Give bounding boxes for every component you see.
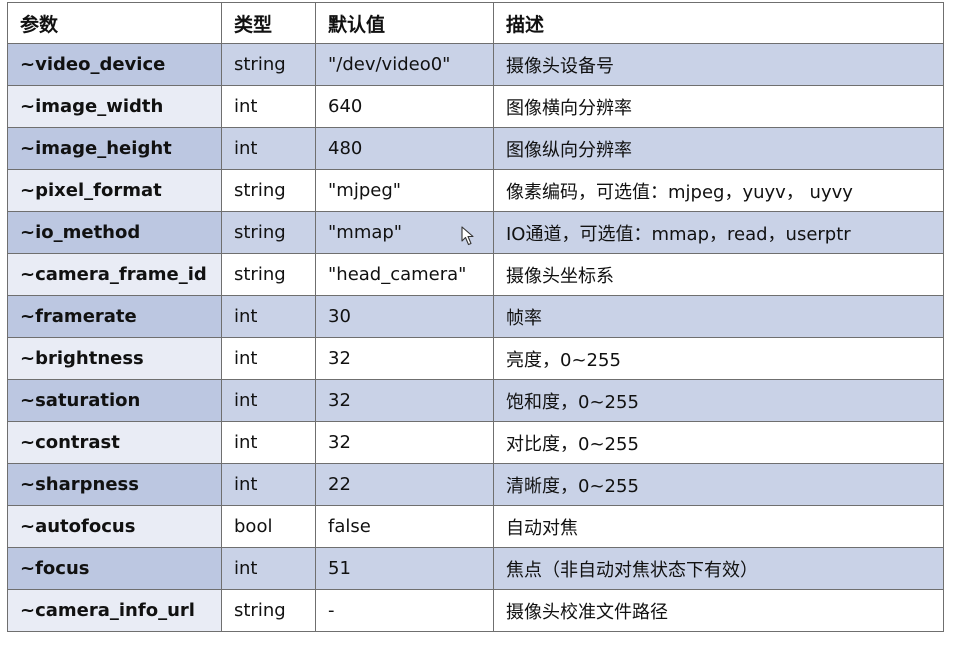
param-name-cell: ~brightness	[7, 337, 222, 380]
type-cell: int	[221, 379, 316, 422]
table-row: ~image_height int 480 图像纵向分辨率	[7, 127, 944, 170]
mouse-pointer-icon	[461, 226, 474, 246]
table-row: ~camera_frame_id string "head_camera" 摄像…	[7, 253, 944, 296]
header-param: 参数	[7, 2, 222, 44]
default-cell: 480	[315, 127, 494, 170]
default-cell: "head_camera"	[315, 253, 494, 296]
description-cell: 帧率	[493, 295, 944, 338]
description-cell: 饱和度，0~255	[493, 379, 944, 422]
param-name-cell: ~saturation	[7, 379, 222, 422]
param-name-cell: ~contrast	[7, 421, 222, 464]
default-cell: -	[315, 589, 494, 632]
table-row: ~image_width int 640 图像横向分辨率	[7, 85, 944, 128]
type-cell: string	[221, 211, 316, 254]
description-cell: 焦点（非自动对焦状态下有效）	[493, 547, 944, 590]
param-name-cell: ~pixel_format	[7, 169, 222, 212]
description-cell: 摄像头坐标系	[493, 253, 944, 296]
description-cell: 图像横向分辨率	[493, 85, 944, 128]
table-row: ~io_method string "mmap" IO通道，可选值：mmap，r…	[7, 211, 944, 254]
description-cell: 像素编码，可选值：mjpeg，yuyv， uyvy	[493, 169, 944, 212]
table-row: ~video_device string "/dev/video0" 摄像头设备…	[7, 43, 944, 86]
type-cell: int	[221, 295, 316, 338]
param-name-cell: ~image_height	[7, 127, 222, 170]
description-cell: 摄像头设备号	[493, 43, 944, 86]
type-cell: string	[221, 169, 316, 212]
table-row: ~camera_info_url string - 摄像头校准文件路径	[7, 589, 944, 632]
param-name-cell: ~camera_info_url	[7, 589, 222, 632]
header-type: 类型	[221, 2, 316, 44]
default-cell: 30	[315, 295, 494, 338]
param-name-cell: ~video_device	[7, 43, 222, 86]
default-cell: 32	[315, 421, 494, 464]
table-row: ~brightness int 32 亮度，0~255	[7, 337, 944, 380]
param-name-cell: ~autofocus	[7, 505, 222, 548]
type-cell: int	[221, 85, 316, 128]
type-cell: string	[221, 253, 316, 296]
param-name-cell: ~io_method	[7, 211, 222, 254]
default-cell: "mjpeg"	[315, 169, 494, 212]
header-row: 参数 类型 默认值 描述	[7, 2, 944, 44]
type-cell: int	[221, 463, 316, 506]
parameter-table: 参数 类型 默认值 描述 ~video_device string "/dev/…	[7, 2, 944, 632]
description-cell: 亮度，0~255	[493, 337, 944, 380]
type-cell: string	[221, 589, 316, 632]
default-cell: 51	[315, 547, 494, 590]
default-cell: false	[315, 505, 494, 548]
description-cell: 清晰度，0~255	[493, 463, 944, 506]
type-cell: int	[221, 421, 316, 464]
type-cell: bool	[221, 505, 316, 548]
table-row: ~focus int 51 焦点（非自动对焦状态下有效）	[7, 547, 944, 590]
table-body: ~video_device string "/dev/video0" 摄像头设备…	[7, 43, 944, 632]
param-name-cell: ~framerate	[7, 295, 222, 338]
table-row: ~saturation int 32 饱和度，0~255	[7, 379, 944, 422]
description-cell: 摄像头校准文件路径	[493, 589, 944, 632]
default-cell: 32	[315, 379, 494, 422]
header-description: 描述	[493, 2, 944, 44]
param-name-cell: ~focus	[7, 547, 222, 590]
type-cell: int	[221, 337, 316, 380]
type-cell: int	[221, 547, 316, 590]
table-row: ~sharpness int 22 清晰度，0~255	[7, 463, 944, 506]
param-name-cell: ~camera_frame_id	[7, 253, 222, 296]
parameter-table-container: 参数 类型 默认值 描述 ~video_device string "/dev/…	[7, 2, 944, 665]
param-name-cell: ~image_width	[7, 85, 222, 128]
default-cell: 22	[315, 463, 494, 506]
type-cell: string	[221, 43, 316, 86]
table-row: ~autofocus bool false 自动对焦	[7, 505, 944, 548]
default-cell: "/dev/video0"	[315, 43, 494, 86]
description-cell: 图像纵向分辨率	[493, 127, 944, 170]
type-cell: int	[221, 127, 316, 170]
table-row: ~contrast int 32 对比度，0~255	[7, 421, 944, 464]
description-cell: 对比度，0~255	[493, 421, 944, 464]
header-default: 默认值	[315, 2, 494, 44]
default-cell: 32	[315, 337, 494, 380]
table-row: ~pixel_format string "mjpeg" 像素编码，可选值：mj…	[7, 169, 944, 212]
description-cell: IO通道，可选值：mmap，read，userptr	[493, 211, 944, 254]
param-name-cell: ~sharpness	[7, 463, 222, 506]
table-header: 参数 类型 默认值 描述	[7, 2, 944, 44]
description-cell: 自动对焦	[493, 505, 944, 548]
default-cell: 640	[315, 85, 494, 128]
table-row: ~framerate int 30 帧率	[7, 295, 944, 338]
